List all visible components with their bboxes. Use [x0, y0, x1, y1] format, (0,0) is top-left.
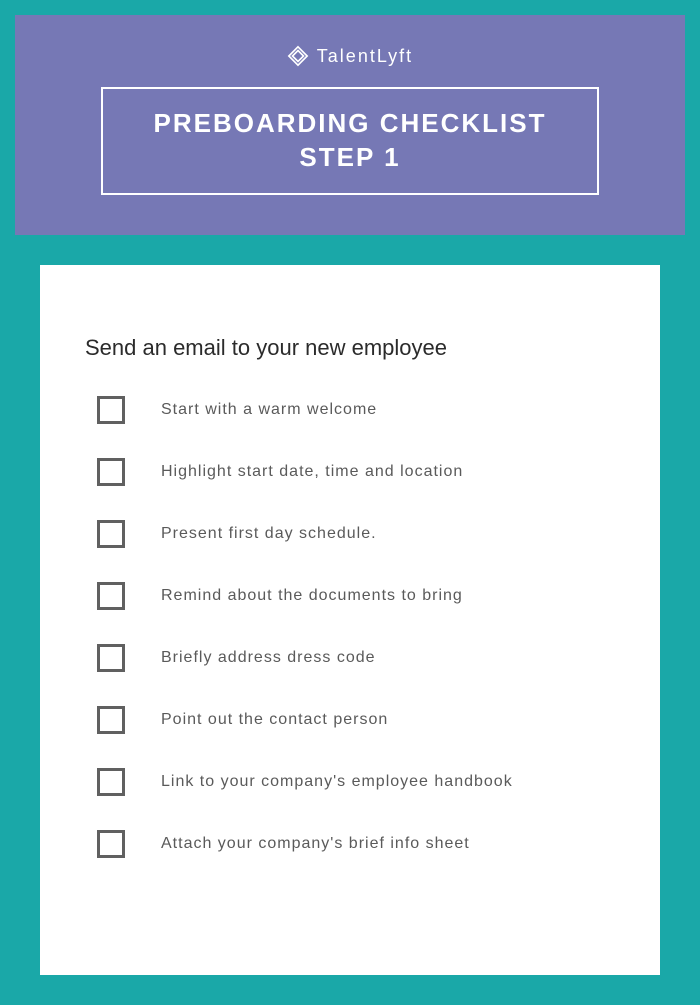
- checkbox-icon[interactable]: [97, 830, 125, 858]
- title-line-1: PREBOARDING CHECKLIST: [153, 107, 546, 141]
- checklist-item: Start with a warm welcome: [85, 396, 615, 424]
- section-title: Send an email to your new employee: [85, 335, 615, 361]
- brand-name: TalentLyft: [317, 46, 413, 67]
- checklist-item: Attach your company's brief info sheet: [85, 830, 615, 858]
- checkbox-icon[interactable]: [97, 396, 125, 424]
- checkbox-icon[interactable]: [97, 644, 125, 672]
- checklist-item: Present first day schedule.: [85, 520, 615, 548]
- checklist-item: Link to your company's employee handbook: [85, 768, 615, 796]
- checklist-label: Link to your company's employee handbook: [161, 773, 513, 791]
- title-line-2: STEP 1: [153, 141, 546, 175]
- checklist: Start with a warm welcome Highlight star…: [85, 396, 615, 858]
- checklist-label: Briefly address dress code: [161, 649, 376, 667]
- checklist-item: Briefly address dress code: [85, 644, 615, 672]
- checklist-item: Highlight start date, time and location: [85, 458, 615, 486]
- checklist-label: Attach your company's brief info sheet: [161, 835, 470, 853]
- checklist-label: Present first day schedule.: [161, 525, 377, 543]
- checkbox-icon[interactable]: [97, 706, 125, 734]
- checklist-label: Remind about the documents to bring: [161, 587, 463, 605]
- checklist-label: Start with a warm welcome: [161, 401, 377, 419]
- brand: TalentLyft: [287, 45, 413, 67]
- header-banner: TalentLyft PREBOARDING CHECKLIST STEP 1: [15, 15, 685, 235]
- checkbox-icon[interactable]: [97, 458, 125, 486]
- content-card: Send an email to your new employee Start…: [40, 265, 660, 975]
- checkbox-icon[interactable]: [97, 520, 125, 548]
- title-box: PREBOARDING CHECKLIST STEP 1: [101, 87, 598, 195]
- checkbox-icon[interactable]: [97, 582, 125, 610]
- checklist-item: Remind about the documents to bring: [85, 582, 615, 610]
- checklist-label: Highlight start date, time and location: [161, 463, 463, 481]
- checklist-label: Point out the contact person: [161, 711, 388, 729]
- checklist-item: Point out the contact person: [85, 706, 615, 734]
- brand-logo-icon: [287, 45, 309, 67]
- checkbox-icon[interactable]: [97, 768, 125, 796]
